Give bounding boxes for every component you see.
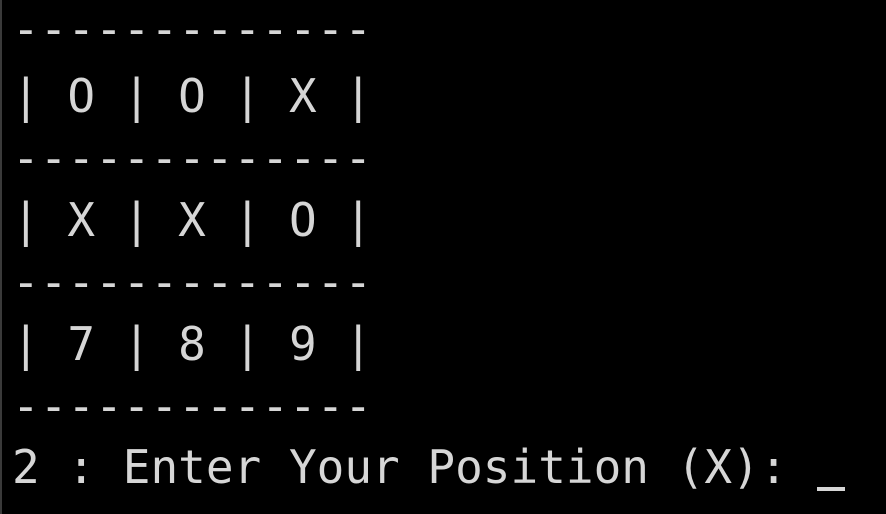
- board-separator-bottom: -------------: [12, 379, 373, 433]
- window-left-edge: [0, 0, 2, 514]
- terminal-window[interactable]: ------------- | O | O | X | ------------…: [0, 0, 886, 514]
- input-prompt-text: 2 : Enter Your Position (X):: [12, 440, 816, 494]
- board-row-3: | 7 | 8 | 9 |: [12, 317, 373, 371]
- board-separator-1: -------------: [12, 131, 373, 185]
- board-separator-top: -------------: [12, 2, 373, 56]
- board-row-2: | X | X | O |: [12, 193, 373, 247]
- input-prompt-line[interactable]: 2 : Enter Your Position (X):: [12, 436, 846, 498]
- board-separator-2: -------------: [12, 255, 373, 309]
- text-cursor: [817, 487, 846, 491]
- board-row-1: | O | O | X |: [12, 69, 373, 123]
